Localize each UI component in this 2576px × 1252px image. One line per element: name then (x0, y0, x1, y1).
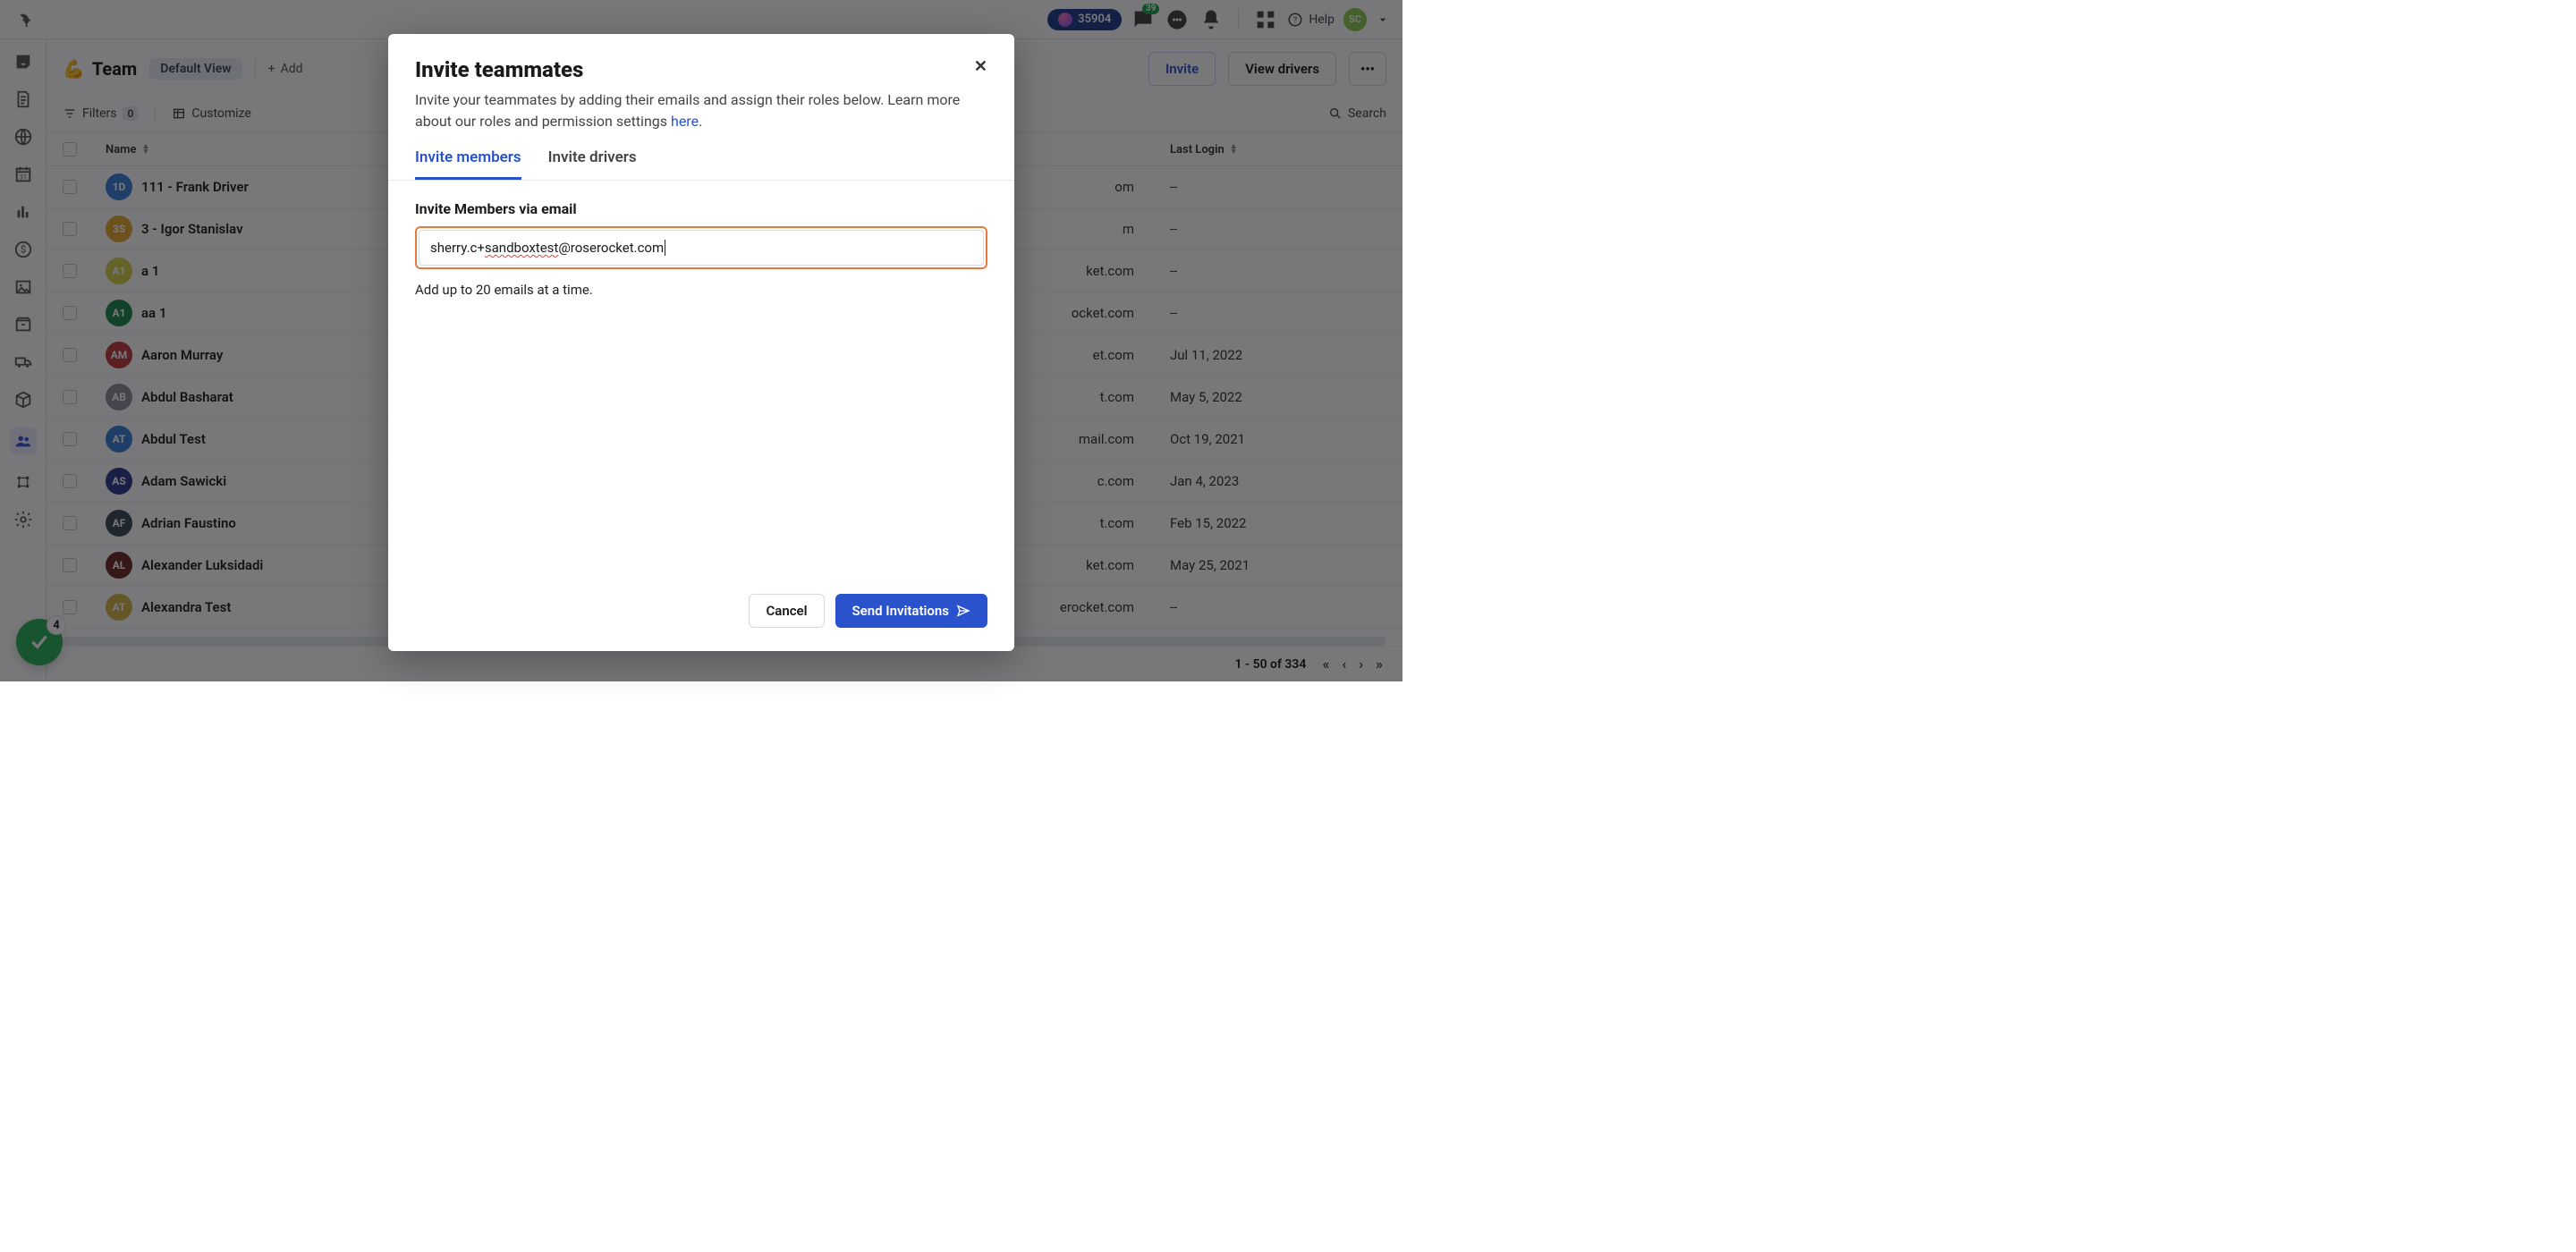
modal-overlay[interactable]: Invite teammates ✕ Invite your teammates… (0, 0, 1402, 681)
email-field-label: Invite Members via email (415, 200, 987, 217)
close-icon[interactable]: ✕ (974, 57, 987, 82)
send-icon (956, 604, 970, 618)
tab-invite-drivers[interactable]: Invite drivers (548, 148, 637, 180)
spellcheck-underline: sandboxtest (485, 240, 558, 256)
email-input-highlight: sherry.c+sandboxtest@roserocket.com (415, 226, 987, 269)
email-hint: Add up to 20 emails at a time. (415, 282, 987, 298)
modal-subtitle: Invite your teammates by adding their em… (415, 89, 987, 132)
send-label: Send Invitations (852, 603, 950, 619)
modal-title: Invite teammates (415, 57, 583, 82)
modal-tabs: Invite members Invite drivers (388, 132, 1014, 181)
tab-invite-members[interactable]: Invite members (415, 148, 521, 180)
cancel-button[interactable]: Cancel (749, 594, 824, 628)
email-input[interactable]: sherry.c+sandboxtest@roserocket.com (419, 230, 984, 266)
send-invitations-button[interactable]: Send Invitations (835, 594, 988, 628)
learn-more-link[interactable]: here (671, 113, 699, 130)
invite-modal: Invite teammates ✕ Invite your teammates… (388, 34, 1014, 651)
